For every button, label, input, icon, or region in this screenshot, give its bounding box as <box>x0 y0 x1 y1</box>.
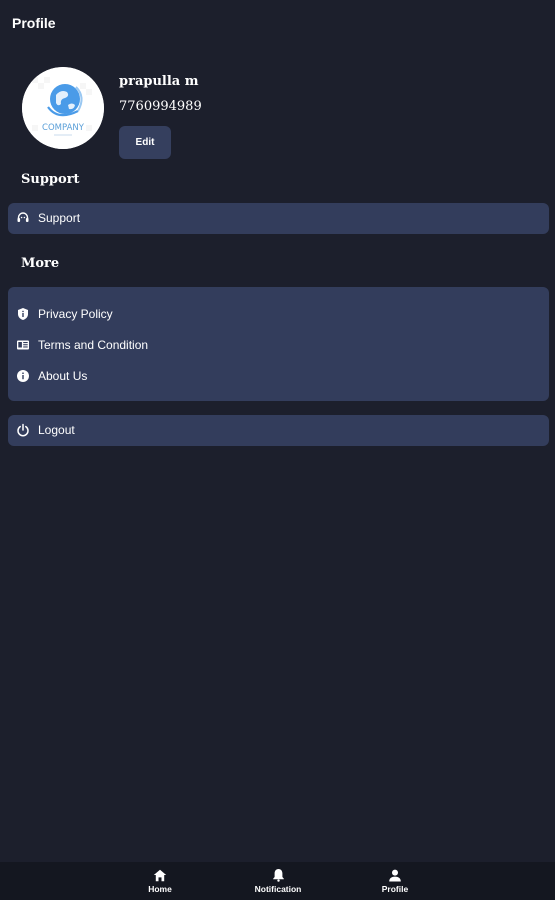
menu-item-label: Terms and Condition <box>38 338 149 352</box>
menu-item-label: Support <box>38 211 81 225</box>
svg-text:COMPANY: COMPANY <box>42 123 85 133</box>
menu-item-terms-and-condition[interactable]: Terms and Condition <box>8 330 549 360</box>
nav-item-profile[interactable]: Profile <box>355 862 435 900</box>
profile-header: COMPANY prapulla m 7760994989 Edit <box>0 62 555 162</box>
logout-button[interactable]: Logout <box>8 415 549 445</box>
nav-item-notification[interactable]: Notification <box>238 862 318 900</box>
support-heading: Support <box>21 172 80 187</box>
nav-label: Home <box>148 884 172 894</box>
nav-label: Notification <box>254 884 302 894</box>
avatar: COMPANY <box>22 67 104 149</box>
bell-icon <box>271 868 285 882</box>
company-logo-icon: COMPANY <box>22 67 104 149</box>
home-icon <box>153 868 167 882</box>
nav-item-home[interactable]: Home <box>120 862 200 900</box>
top-bar: Profile <box>0 0 555 46</box>
more-card: Privacy Policy Terms and Condition About… <box>8 287 549 401</box>
headset-icon <box>16 211 30 225</box>
menu-item-label: Privacy Policy <box>38 307 113 321</box>
user-phone: 7760994989 <box>119 99 202 114</box>
power-icon <box>16 423 30 437</box>
person-icon <box>388 868 402 882</box>
support-card: Support <box>8 203 549 234</box>
user-name: prapulla m <box>119 74 199 89</box>
menu-item-privacy-policy[interactable]: Privacy Policy <box>8 299 549 329</box>
nav-label: Profile <box>381 884 409 894</box>
more-heading: More <box>21 256 60 271</box>
menu-item-about-us[interactable]: About Us <box>8 361 549 391</box>
info-icon <box>16 369 30 383</box>
edit-button[interactable]: Edit <box>119 126 171 159</box>
menu-item-label: Logout <box>38 423 75 437</box>
shield-icon <box>16 307 30 321</box>
menu-item-label: About Us <box>38 369 88 383</box>
logout-card: Logout <box>8 415 549 446</box>
menu-item-support[interactable]: Support <box>8 203 549 233</box>
page-title: Profile <box>12 15 56 31</box>
bottom-nav: Home Notification Profile <box>0 862 555 900</box>
document-icon <box>16 338 30 352</box>
